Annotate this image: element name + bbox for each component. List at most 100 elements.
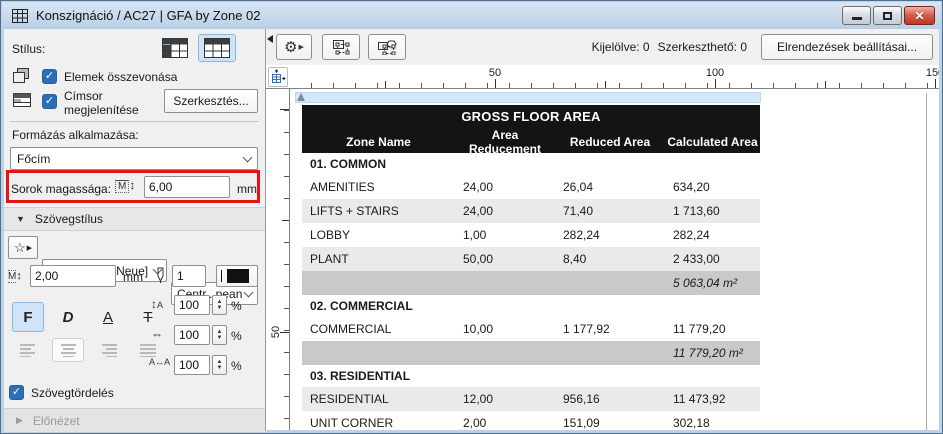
column-header-reduced-area[interactable]: Reduced Area — [555, 135, 665, 149]
char-spacing-stepper[interactable]: ▲ ▼ — [212, 355, 227, 375]
cell-area-reducement[interactable]: 1,00 — [455, 228, 555, 242]
cell-area-reducement[interactable]: 2,00 — [455, 416, 555, 430]
edit-header-button[interactable]: Szerkesztés... — [164, 89, 258, 113]
ruler-label-100: 100 — [705, 67, 725, 79]
titlebar[interactable]: Konszignáció / AC27 | GFA by Zone 02 ✕ — [2, 2, 941, 29]
cell-reduced-area[interactable]: 282,24 — [555, 228, 665, 242]
style-variant-1-button[interactable] — [156, 34, 194, 62]
scheme-settings-button[interactable]: ⚙ ▶ — [276, 34, 312, 60]
section-row[interactable]: 02. COMMERCIAL — [302, 295, 760, 317]
section-row[interactable]: 01. COMMON — [302, 153, 760, 175]
table-row[interactable]: PLANT 50,00 8,40 2 433,00 — [302, 247, 760, 271]
favorites-button[interactable]: ☆ ▶ — [8, 236, 38, 259]
pen-color-button[interactable] — [216, 265, 258, 287]
section-name[interactable]: 01. COMMON — [302, 157, 760, 171]
minimize-button[interactable] — [842, 6, 871, 25]
selected-row-highlight[interactable] — [295, 92, 761, 103]
cell-reduced-area[interactable]: 71,40 — [555, 204, 665, 218]
section-row[interactable]: 03. RESIDENTIAL — [302, 365, 760, 387]
cell-subtotal[interactable]: 5 063,04 m² — [665, 276, 760, 290]
schedule-canvas[interactable]: GROSS FLOOR AREA Zone Name Area Reduceme… — [290, 89, 939, 430]
table-row[interactable]: LOBBY 1,00 282,24 282,24 — [302, 223, 760, 247]
line-spacing-unit: % — [231, 299, 242, 313]
preview-section-header[interactable]: ▶ Előnézet — [4, 408, 265, 433]
cell-subtotal[interactable]: 11 779,20 m² — [665, 346, 760, 360]
cell-reduced-area[interactable]: 956,16 — [555, 392, 665, 406]
horizontal-ruler[interactable]: 50 100 150 — [290, 65, 939, 89]
cell-reduced-area[interactable]: 1 177,92 — [555, 322, 665, 336]
cell-area-reducement[interactable]: 10,00 — [455, 322, 555, 336]
align-justify-icon — [139, 343, 156, 357]
cell-calculated-area[interactable]: 1 713,60 — [665, 204, 760, 218]
cell-calculated-area[interactable]: 2 433,00 — [665, 252, 760, 266]
cell-zone-name[interactable]: COMMERCIAL — [302, 322, 455, 336]
formatting-target-value: Főcím — [17, 151, 51, 166]
table-row[interactable]: RESIDENTIAL 12,00 956,16 11 473,92 — [302, 387, 760, 411]
table-row[interactable]: COMMERCIAL 10,00 1 177,92 11 779,20 — [302, 317, 760, 341]
cell-calculated-area[interactable]: 11 473,92 — [665, 392, 760, 406]
cell-calculated-area[interactable]: 302,18 — [665, 416, 760, 430]
subtotal-row[interactable]: 11 779,20 m² — [302, 341, 760, 365]
restore-button[interactable] — [873, 6, 902, 25]
table-row[interactable]: AMENITIES 24,00 26,04 634,20 — [302, 175, 760, 199]
char-spacing-input[interactable] — [174, 355, 210, 375]
cell-reduced-area[interactable]: 151,09 — [555, 416, 665, 430]
cell-calculated-area[interactable]: 11 779,20 — [665, 322, 760, 336]
table-row[interactable]: UNIT CORNER 2,00 151,09 302,18 — [302, 411, 760, 430]
table-column-headers[interactable]: Zone Name Area Reducement Reduced Area C… — [302, 128, 760, 156]
line-spacing-input[interactable] — [174, 295, 210, 315]
cell-calculated-area[interactable]: 282,24 — [665, 228, 760, 242]
star-icon: ☆ — [13, 239, 26, 255]
column-header-zone-name[interactable]: Zone Name — [302, 135, 455, 149]
font-size-input[interactable] — [30, 265, 116, 287]
cell-zone-name[interactable]: AMENITIES — [302, 180, 455, 194]
text-style-section-header[interactable]: ▼ Szövegstílus — [4, 207, 265, 231]
edit-selected-button[interactable] — [368, 34, 406, 60]
cell-zone-name[interactable]: LIFTS + STAIRS — [302, 204, 455, 218]
table-style-grid-icon — [204, 38, 230, 58]
cell-reduced-area[interactable]: 8,40 — [555, 252, 665, 266]
italic-button[interactable]: D — [52, 302, 84, 332]
close-button[interactable]: ✕ — [904, 6, 935, 25]
header-display-checkbox[interactable]: ✓ — [42, 94, 57, 109]
column-header-calculated-area[interactable]: Calculated Area — [665, 135, 760, 149]
indent-marker-icon[interactable] — [297, 93, 305, 101]
pen-number-input[interactable] — [172, 265, 206, 287]
char-width-input[interactable] — [174, 325, 210, 345]
layout-settings-button[interactable]: Elrendezések beállításai... — [761, 34, 933, 60]
line-spacing-icon: ↕A — [151, 297, 164, 311]
cell-area-reducement[interactable]: 50,00 — [455, 252, 555, 266]
char-width-stepper[interactable]: ▲ ▼ — [212, 325, 227, 345]
formatting-target-select[interactable]: Főcím — [10, 147, 258, 170]
bold-button[interactable]: F — [12, 302, 44, 332]
section-name[interactable]: 03. RESIDENTIAL — [302, 369, 760, 383]
cell-zone-name[interactable]: RESIDENTIAL — [302, 392, 455, 406]
align-center-button[interactable] — [52, 338, 84, 362]
line-spacing-stepper[interactable]: ▲ ▼ — [212, 295, 227, 315]
word-wrap-checkbox[interactable]: ✓ — [9, 385, 24, 400]
align-left-button[interactable] — [12, 338, 44, 362]
cell-zone-name[interactable]: UNIT CORNER — [302, 416, 455, 430]
select-same-button[interactable] — [322, 34, 360, 60]
section-name[interactable]: 02. COMMERCIAL — [302, 299, 760, 313]
cell-reduced-area[interactable]: 26,04 — [555, 180, 665, 194]
chevron-down-icon — [243, 287, 254, 297]
column-header-area-reducement[interactable]: Area Reducement — [455, 128, 555, 156]
cell-area-reducement[interactable]: 12,00 — [455, 392, 555, 406]
scrollbar-track[interactable] — [926, 93, 927, 430]
align-right-button[interactable] — [92, 338, 124, 362]
table-row[interactable]: LIFTS + STAIRS 24,00 71,40 1 713,60 — [302, 199, 760, 223]
schedule-table[interactable]: GROSS FLOOR AREA Zone Name Area Reduceme… — [302, 105, 760, 430]
cell-zone-name[interactable]: LOBBY — [302, 228, 455, 242]
underline-button[interactable]: A — [92, 302, 124, 332]
table-title[interactable]: GROSS FLOOR AREA — [302, 105, 760, 128]
cell-area-reducement[interactable]: 24,00 — [455, 204, 555, 218]
cell-area-reducement[interactable]: 24,00 — [455, 180, 555, 194]
merge-elements-checkbox[interactable]: ✓ — [42, 69, 57, 84]
cell-calculated-area[interactable]: 634,20 — [665, 180, 760, 194]
vertical-ruler[interactable]: 50 — [266, 89, 290, 430]
subtotal-row[interactable]: 5 063,04 m² — [302, 271, 760, 295]
style-variant-2-button[interactable] — [198, 34, 236, 62]
cell-zone-name[interactable]: PLANT — [302, 252, 455, 266]
ruler-origin-button[interactable] — [266, 65, 290, 89]
